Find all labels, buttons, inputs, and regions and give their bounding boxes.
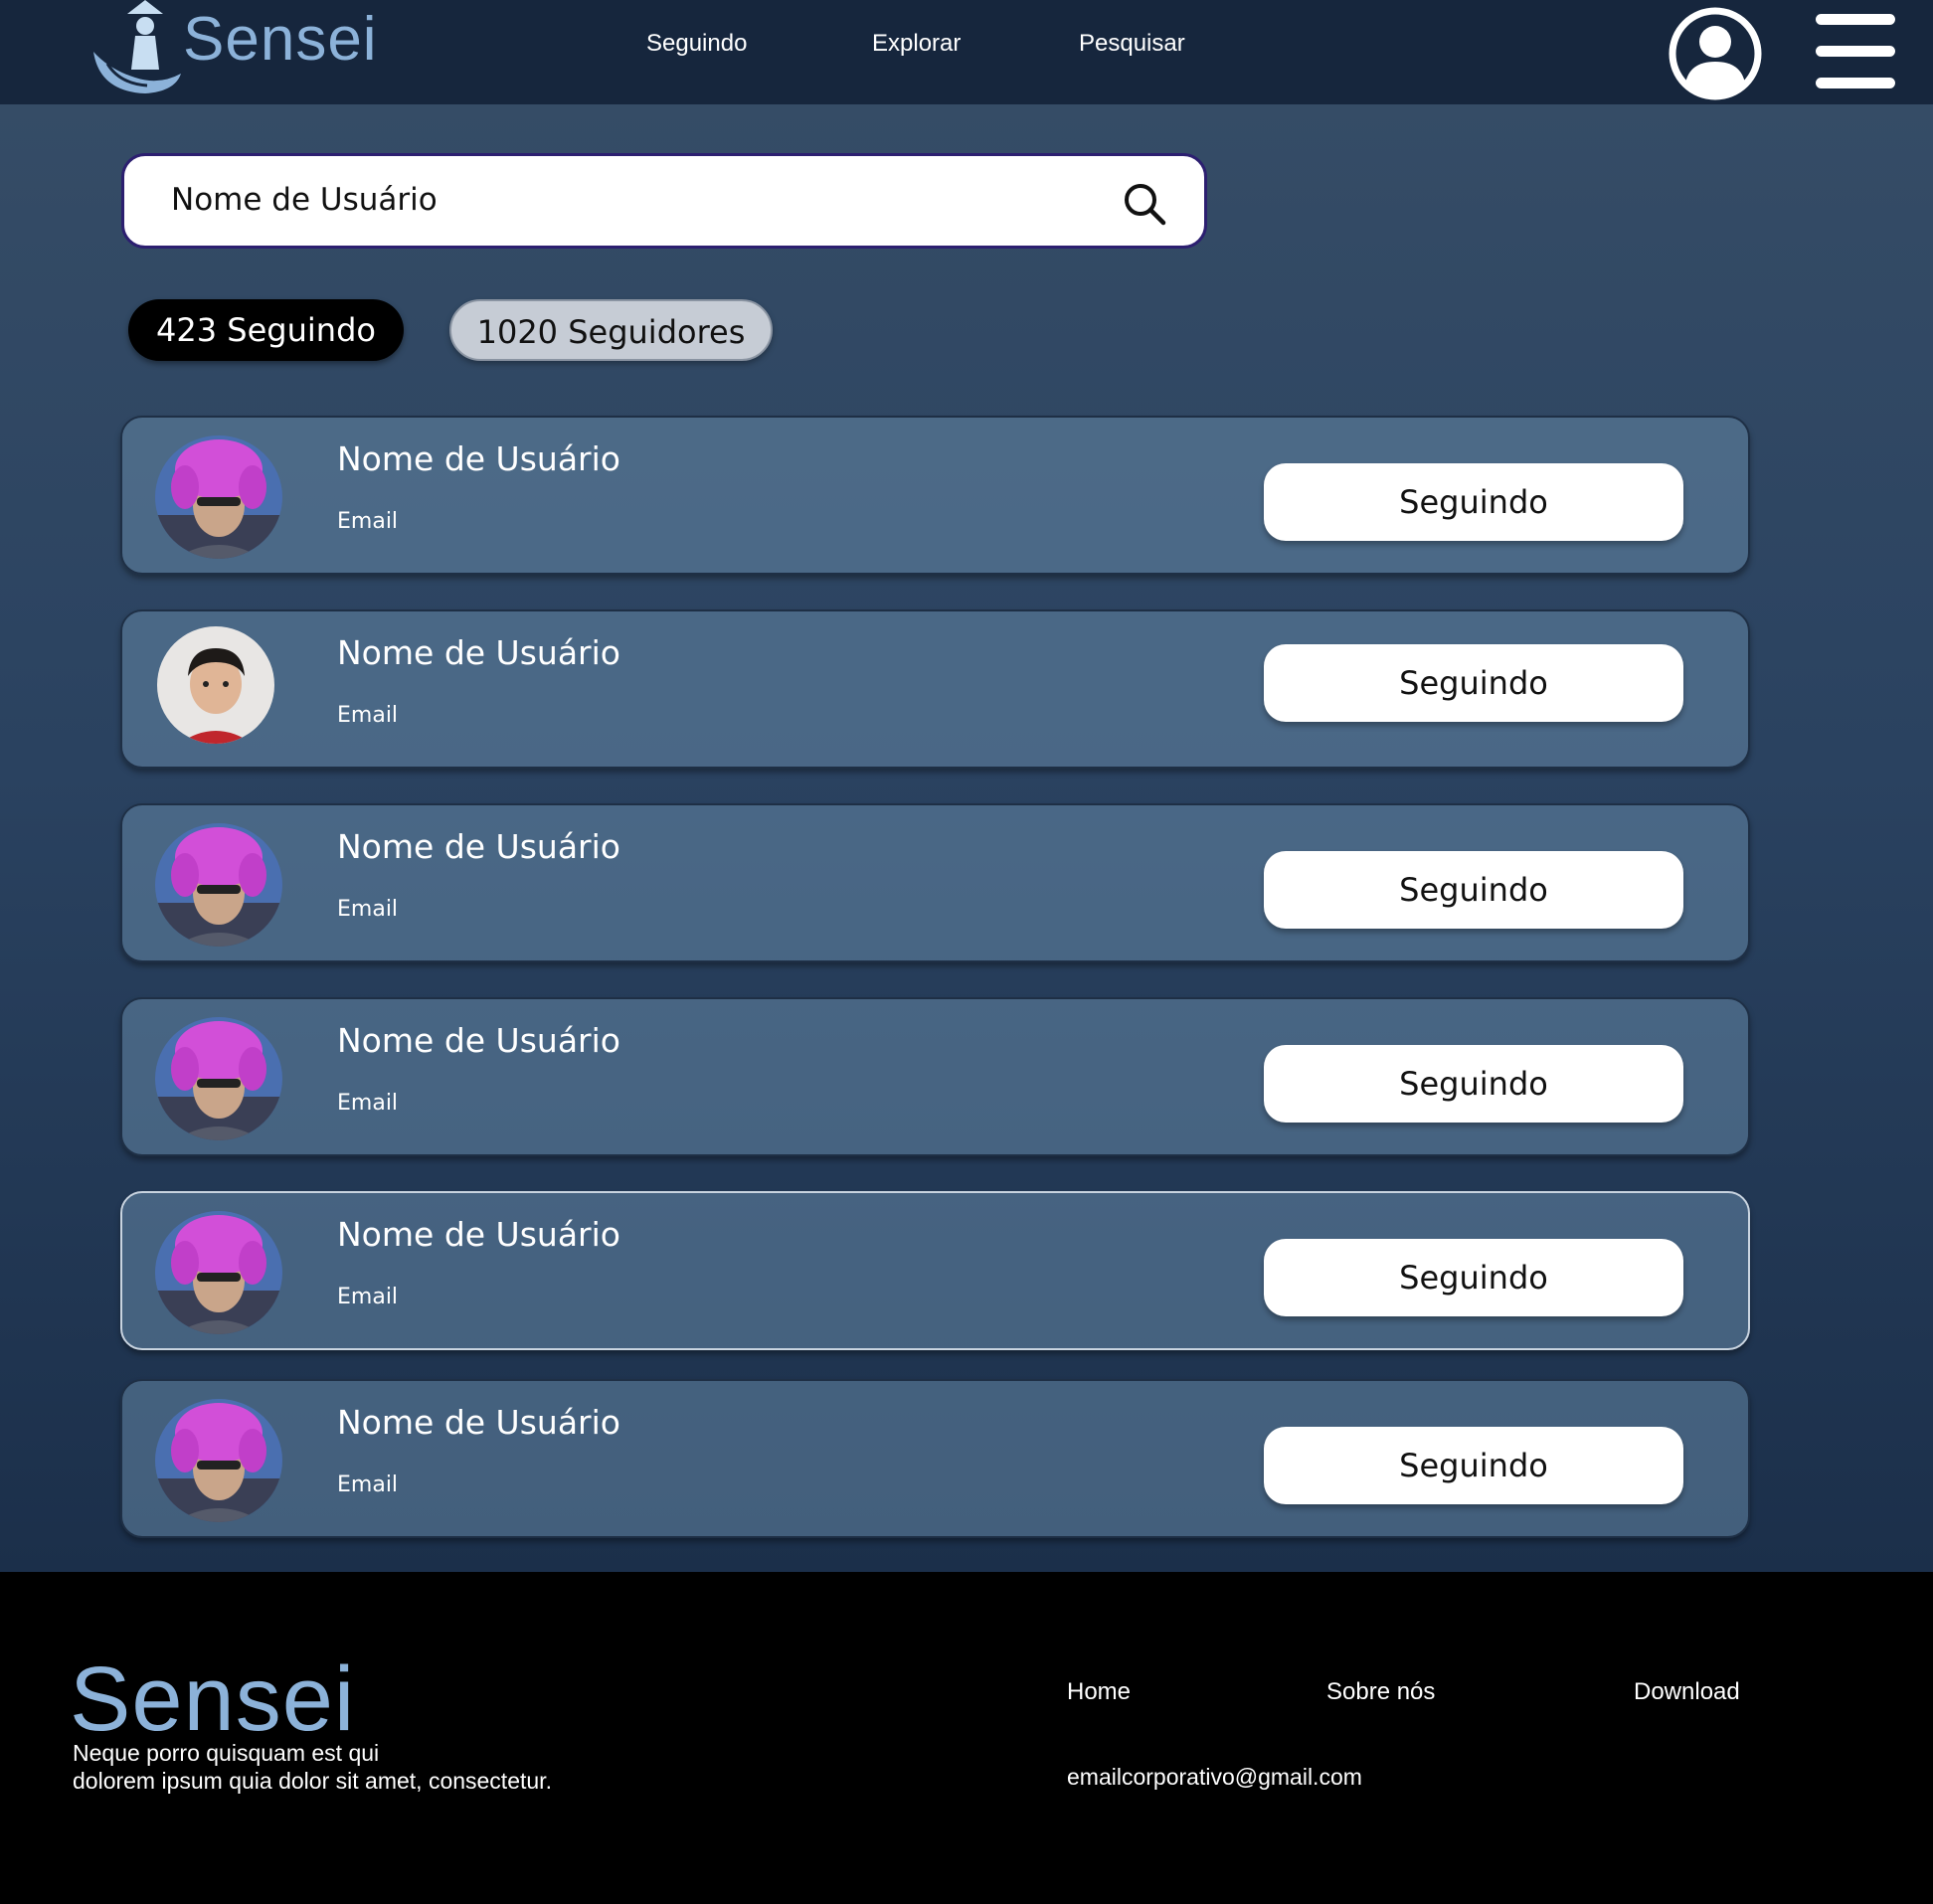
brand-name: Sensei bbox=[183, 5, 378, 74]
user-name: Nome de Usuário bbox=[337, 1403, 620, 1442]
sensei-logo[interactable]: Sensei bbox=[89, 0, 388, 99]
user-name: Nome de Usuário bbox=[337, 1021, 620, 1060]
sensei-emblem-icon bbox=[93, 0, 181, 93]
user-name: Nome de Usuário bbox=[337, 633, 620, 672]
user-circle-icon[interactable] bbox=[1668, 6, 1763, 101]
user-card[interactable]: Nome de Usuário Email Seguindo bbox=[120, 1191, 1750, 1350]
main-content: Nome de Usuário 423 Seguindo 1020 Seguid… bbox=[0, 104, 1933, 1572]
following-button[interactable]: Seguindo bbox=[1264, 463, 1683, 541]
avatar bbox=[157, 626, 274, 744]
top-navbar: Sensei Seguindo Explorar Pesquisar bbox=[0, 0, 1933, 104]
footer-tagline-line2: dolorem ipsum quia dolor sit amet, conse… bbox=[73, 1768, 552, 1794]
hamburger-menu-icon[interactable] bbox=[1816, 14, 1895, 89]
user-name: Nome de Usuário bbox=[337, 827, 620, 866]
user-name: Nome de Usuário bbox=[337, 439, 620, 478]
following-button[interactable]: Seguindo bbox=[1264, 851, 1683, 929]
user-card[interactable]: Nome de Usuário Email Seguindo bbox=[120, 416, 1750, 575]
nav-item-pesquisar[interactable]: Pesquisar bbox=[1079, 30, 1185, 58]
user-email: Email bbox=[337, 1472, 399, 1497]
nav-item-explorar[interactable]: Explorar bbox=[872, 30, 961, 58]
user-email: Email bbox=[337, 509, 399, 534]
footer-link-sobre-nos[interactable]: Sobre nós bbox=[1326, 1678, 1435, 1706]
user-email: Email bbox=[337, 897, 399, 922]
footer-link-home[interactable]: Home bbox=[1067, 1678, 1131, 1706]
avatar bbox=[155, 823, 282, 947]
footer-tagline: Neque porro quisquam est qui dolorem ips… bbox=[73, 1739, 669, 1795]
following-button[interactable]: Seguindo bbox=[1264, 1427, 1683, 1504]
footer-tagline-line1: Neque porro quisquam est qui bbox=[73, 1740, 380, 1766]
user-card[interactable]: Nome de Usuário Email Seguindo bbox=[120, 803, 1750, 962]
search-input-value: Nome de Usuário bbox=[171, 182, 438, 218]
tab-followers[interactable]: 1020 Seguidores bbox=[449, 299, 773, 361]
avatar bbox=[155, 435, 282, 559]
tab-following[interactable]: 423 Seguindo bbox=[128, 299, 404, 361]
following-button[interactable]: Seguindo bbox=[1264, 644, 1683, 722]
footer-brand: Sensei bbox=[70, 1648, 356, 1750]
avatar bbox=[155, 1211, 282, 1334]
user-card[interactable]: Nome de Usuário Email Seguindo bbox=[120, 609, 1750, 769]
avatar bbox=[155, 1017, 282, 1140]
footer-email[interactable]: emailcorporativo@gmail.com bbox=[1067, 1764, 1362, 1791]
user-card[interactable]: Nome de Usuário Email Seguindo bbox=[120, 997, 1750, 1156]
page: Sensei Seguindo Explorar Pesquisar Nome … bbox=[0, 0, 1933, 1904]
search-input[interactable]: Nome de Usuário bbox=[121, 153, 1207, 249]
user-email: Email bbox=[337, 703, 399, 728]
following-button[interactable]: Seguindo bbox=[1264, 1045, 1683, 1123]
search-icon[interactable] bbox=[1122, 181, 1167, 227]
nav-item-seguindo[interactable]: Seguindo bbox=[646, 30, 747, 58]
user-card[interactable]: Nome de Usuário Email Seguindo bbox=[120, 1379, 1750, 1538]
footer: Sensei Neque porro quisquam est qui dolo… bbox=[0, 1572, 1933, 1904]
user-email: Email bbox=[337, 1285, 399, 1309]
avatar bbox=[155, 1399, 282, 1522]
footer-link-download[interactable]: Download bbox=[1634, 1678, 1740, 1706]
following-button[interactable]: Seguindo bbox=[1264, 1239, 1683, 1316]
user-email: Email bbox=[337, 1091, 399, 1116]
user-name: Nome de Usuário bbox=[337, 1215, 620, 1254]
